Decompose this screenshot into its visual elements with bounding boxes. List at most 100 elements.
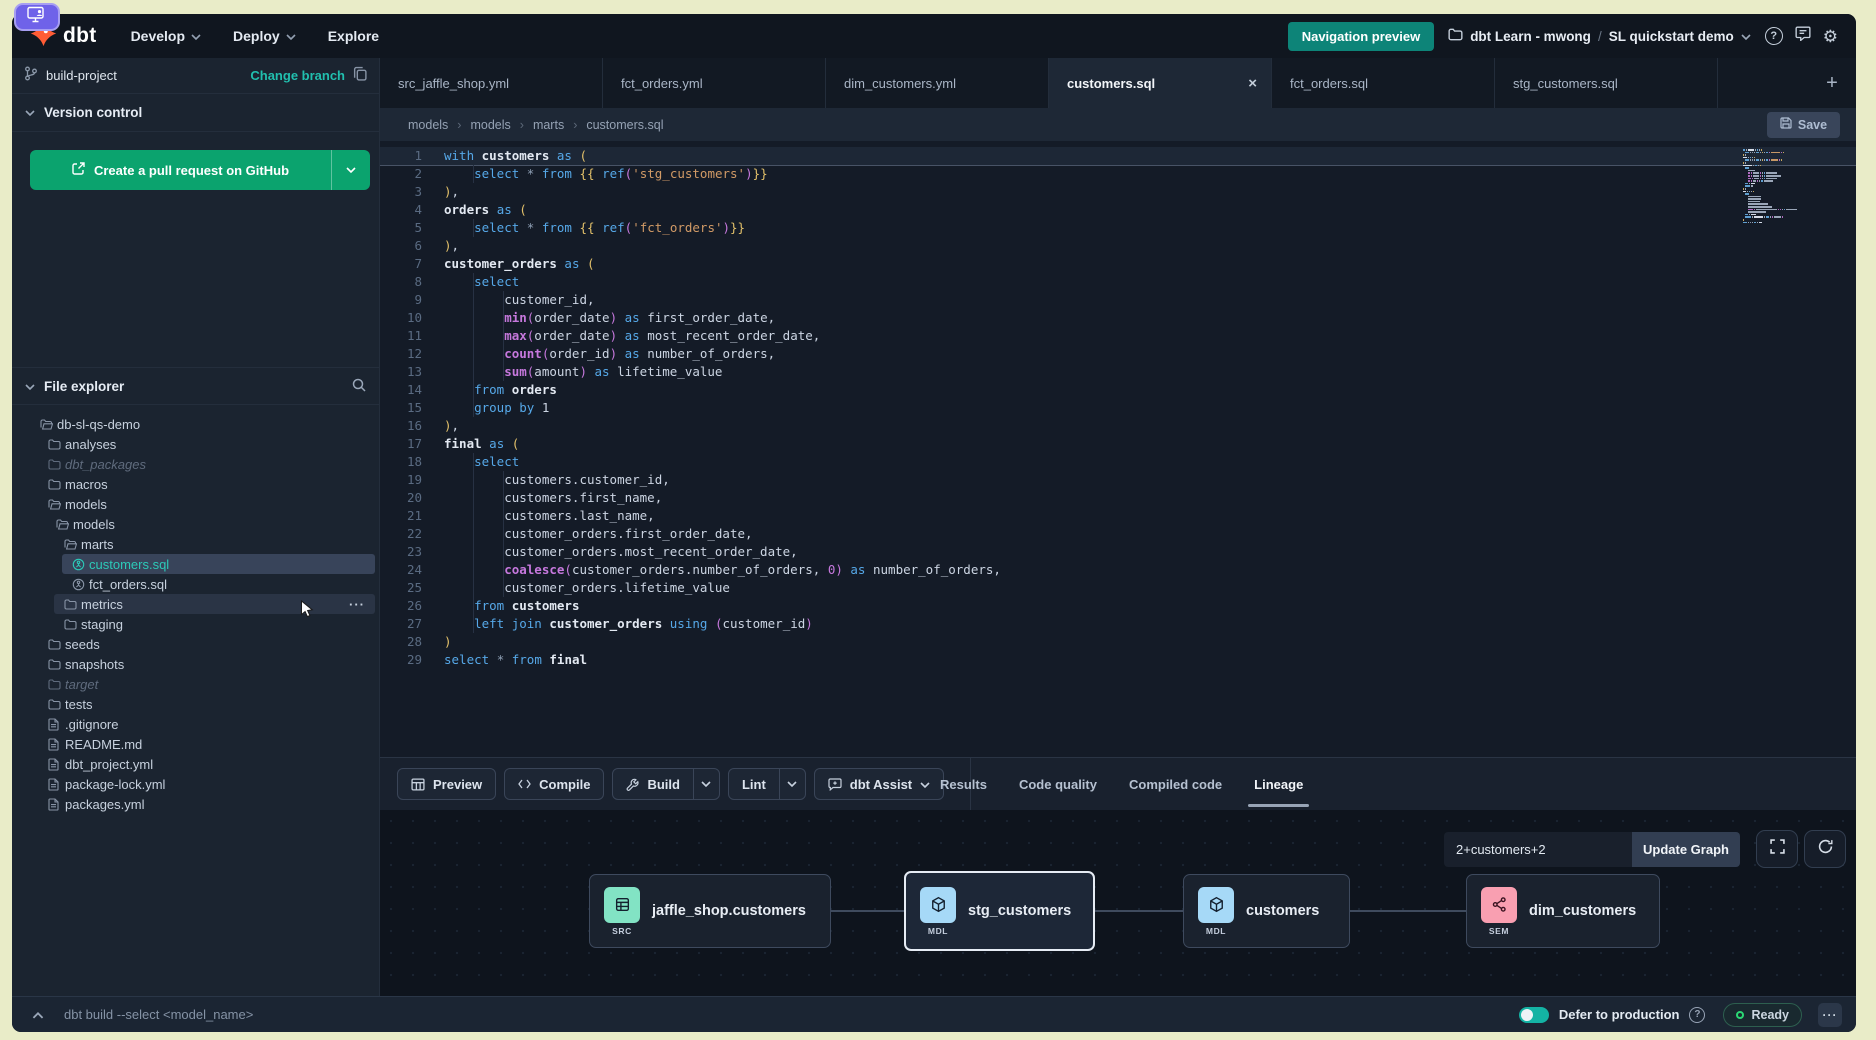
tree-item-snapshots[interactable]: snapshots xyxy=(12,654,379,674)
panel-tab-lineage[interactable]: Lineage xyxy=(1254,758,1303,811)
tree-item-customers-sql[interactable]: customers.sql xyxy=(12,554,379,574)
editor-tab-fct-orders-sql[interactable]: fct_orders.sql xyxy=(1272,58,1495,108)
create-pr-button[interactable]: Create a pull request on GitHub xyxy=(30,150,370,190)
lineage-canvas[interactable]: SRCjaffle_shop.customers MDLstg_customers… xyxy=(380,810,1856,996)
defer-toggle[interactable] xyxy=(1519,1007,1549,1023)
nav-menu-explore[interactable]: Explore xyxy=(328,28,379,44)
dbt-assist-button[interactable]: dbt Assist xyxy=(815,769,943,799)
nav-menu-develop[interactable]: Develop xyxy=(131,28,201,44)
editor-minimap[interactable] xyxy=(1742,149,1800,224)
refresh-button[interactable] xyxy=(1804,830,1846,868)
code-line-19[interactable]: 19customers.customer_id, xyxy=(380,471,1856,489)
code-line-11[interactable]: 11max(order_date) as most_recent_order_d… xyxy=(380,327,1856,345)
code-line-22[interactable]: 22customer_orders.first_order_date, xyxy=(380,525,1856,543)
fullscreen-button[interactable] xyxy=(1756,830,1798,868)
build-dropdown-button[interactable] xyxy=(693,769,719,799)
new-tab-button[interactable]: + xyxy=(1808,58,1856,108)
code-line-10[interactable]: 10min(order_date) as first_order_date, xyxy=(380,309,1856,327)
account-breadcrumb[interactable]: dbt Learn - mwong / SL quickstart demo xyxy=(1448,28,1751,44)
tree-item-seeds[interactable]: seeds xyxy=(12,634,379,654)
breadcrumb-item[interactable]: models xyxy=(408,118,448,132)
tree-item-dbt-packages[interactable]: dbt_packages xyxy=(12,454,379,474)
code-line-13[interactable]: 13sum(amount) as lifetime_value xyxy=(380,363,1856,381)
tree-item-marts[interactable]: marts xyxy=(12,534,379,554)
ready-status-badge[interactable]: Ready xyxy=(1723,1003,1802,1027)
code-line-14[interactable]: 14from orders xyxy=(380,381,1856,399)
lineage-node-dim-customers[interactable]: SEMdim_customers xyxy=(1466,874,1660,948)
gear-icon[interactable]: ⚙ xyxy=(1823,28,1838,45)
feedback-chat-icon[interactable] xyxy=(1795,26,1811,46)
code-line-21[interactable]: 21customers.last_name, xyxy=(380,507,1856,525)
nav-menu-deploy[interactable]: Deploy xyxy=(233,28,296,44)
code-line-20[interactable]: 20customers.first_name, xyxy=(380,489,1856,507)
code-line-15[interactable]: 15group by 1 xyxy=(380,399,1856,417)
editor-tab-customers-sql[interactable]: customers.sql× xyxy=(1049,58,1272,108)
code-line-12[interactable]: 12count(order_id) as number_of_orders, xyxy=(380,345,1856,363)
panel-tab-results[interactable]: Results xyxy=(940,758,987,811)
tree-item-macros[interactable]: macros xyxy=(12,474,379,494)
code-line-1[interactable]: 1with customers as ( xyxy=(380,147,1856,165)
tree-item-analyses[interactable]: analyses xyxy=(12,434,379,454)
preview-button[interactable]: Preview xyxy=(398,769,495,799)
tree-item-readme-md[interactable]: README.md xyxy=(12,734,379,754)
code-line-3[interactable]: 3), xyxy=(380,183,1856,201)
tree-item-staging[interactable]: staging xyxy=(12,614,379,634)
editor-tab-dim-customers-yml[interactable]: dim_customers.yml xyxy=(826,58,1049,108)
code-line-7[interactable]: 7customer_orders as ( xyxy=(380,255,1856,273)
tree-item-db-sl-qs-demo[interactable]: db-sl-qs-demo xyxy=(12,414,379,434)
compile-button[interactable]: Compile xyxy=(505,769,603,799)
tree-item-packages-yml[interactable]: packages.yml xyxy=(12,794,379,814)
tree-item-models[interactable]: models xyxy=(12,514,379,534)
code-line-25[interactable]: 25customer_orders.lifetime_value xyxy=(380,579,1856,597)
code-line-6[interactable]: 6), xyxy=(380,237,1856,255)
command-input[interactable]: dbt build --select <model_name> xyxy=(64,1007,253,1022)
code-line-18[interactable]: 18select xyxy=(380,453,1856,471)
tree-item-metrics[interactable]: metrics··· xyxy=(12,594,379,614)
lint-button[interactable]: Lint xyxy=(729,769,779,799)
code-line-4[interactable]: 4orders as ( xyxy=(380,201,1856,219)
tree-item--gitignore[interactable]: .gitignore xyxy=(12,714,379,734)
code-line-16[interactable]: 16), xyxy=(380,417,1856,435)
tree-item-fct-orders-sql[interactable]: fct_orders.sql xyxy=(12,574,379,594)
lineage-node-jaffle-shop-customers[interactable]: SRCjaffle_shop.customers xyxy=(589,874,831,948)
tree-item-tests[interactable]: tests xyxy=(12,694,379,714)
tree-item-models[interactable]: models xyxy=(12,494,379,514)
chevron-up-icon[interactable] xyxy=(26,1004,50,1026)
lineage-selector-input[interactable]: 2+customers+2 xyxy=(1444,832,1632,867)
code-editor[interactable]: 1with customers as (2select * from {{ re… xyxy=(380,141,1856,757)
code-line-9[interactable]: 9customer_id, xyxy=(380,291,1856,309)
breadcrumb-item[interactable]: marts xyxy=(533,118,564,132)
file-explorer-header[interactable]: File explorer xyxy=(12,367,379,405)
panel-tab-code-quality[interactable]: Code quality xyxy=(1019,758,1097,811)
code-line-29[interactable]: 29select * from final xyxy=(380,651,1856,669)
code-line-17[interactable]: 17final as ( xyxy=(380,435,1856,453)
code-line-27[interactable]: 27left join customer_orders using (custo… xyxy=(380,615,1856,633)
code-line-26[interactable]: 26from customers xyxy=(380,597,1856,615)
help-icon[interactable]: ? xyxy=(1765,27,1783,45)
editor-tab-stg-customers-sql[interactable]: stg_customers.sql xyxy=(1495,58,1718,108)
row-menu-button[interactable]: ··· xyxy=(349,597,365,612)
tree-item-package-lock-yml[interactable]: package-lock.yml xyxy=(12,774,379,794)
tree-item-dbt-project-yml[interactable]: dbt_project.yml xyxy=(12,754,379,774)
editor-tab-fct-orders-yml[interactable]: fct_orders.yml xyxy=(603,58,826,108)
change-branch-link[interactable]: Change branch xyxy=(250,68,345,83)
lint-dropdown-button[interactable] xyxy=(779,769,805,799)
code-line-2[interactable]: 2select * from {{ ref('stg_customers')}} xyxy=(380,165,1856,183)
tree-item-target[interactable]: target xyxy=(12,674,379,694)
defer-help-icon[interactable]: ? xyxy=(1689,1007,1705,1023)
build-button[interactable]: Build xyxy=(613,769,693,799)
lineage-node-customers[interactable]: MDLcustomers xyxy=(1183,874,1350,948)
navigation-preview-button[interactable]: Navigation preview xyxy=(1288,22,1434,51)
code-line-23[interactable]: 23customer_orders.most_recent_order_date… xyxy=(380,543,1856,561)
close-icon[interactable]: × xyxy=(1240,75,1257,92)
panel-tab-compiled-code[interactable]: Compiled code xyxy=(1129,758,1222,811)
code-line-24[interactable]: 24coalesce(customer_orders.number_of_ord… xyxy=(380,561,1856,579)
version-control-header[interactable]: Version control xyxy=(12,94,379,132)
code-line-5[interactable]: 5select * from {{ ref('fct_orders')}} xyxy=(380,219,1856,237)
pr-dropdown-button[interactable] xyxy=(332,150,370,190)
lineage-node-stg-customers[interactable]: MDLstg_customers xyxy=(904,871,1095,951)
save-button[interactable]: Save xyxy=(1767,112,1840,138)
more-options-button[interactable]: ··· xyxy=(1818,1003,1842,1027)
code-line-28[interactable]: 28) xyxy=(380,633,1856,651)
breadcrumb-item[interactable]: models xyxy=(470,118,510,132)
